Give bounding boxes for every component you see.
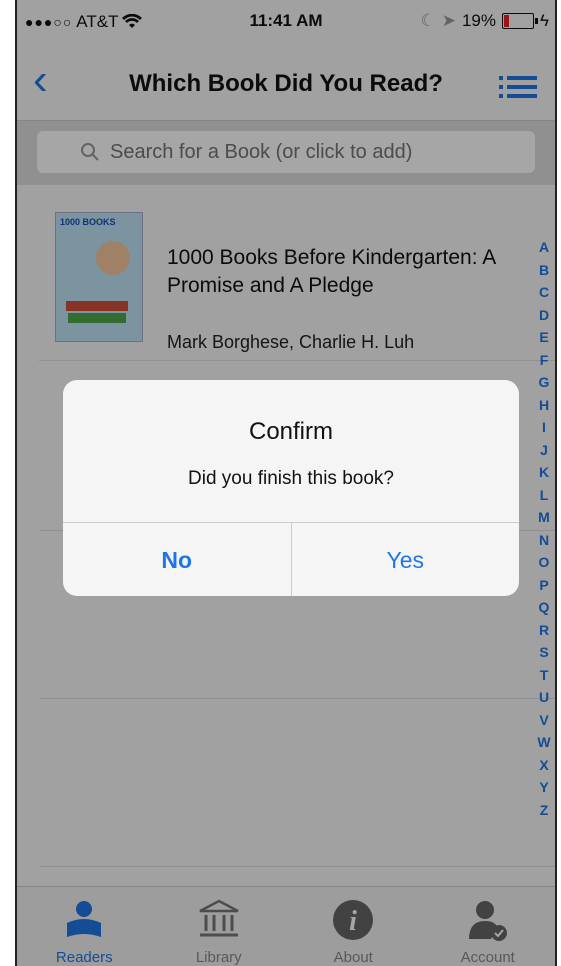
phone-screen: ●●●○○ AT&T 11:41 AM ☾ ➤ 19% ϟ ‹ Which Bo… — [15, 0, 557, 966]
dialog-message: Did you finish this book? — [188, 468, 394, 489]
dialog-buttons: No Yes — [63, 522, 519, 596]
dialog-title: Confirm — [248, 418, 333, 445]
yes-button[interactable]: Yes — [292, 523, 520, 596]
no-button[interactable]: No — [63, 523, 292, 596]
confirm-dialog: Confirm Did you finish this book? No Yes — [63, 380, 519, 596]
